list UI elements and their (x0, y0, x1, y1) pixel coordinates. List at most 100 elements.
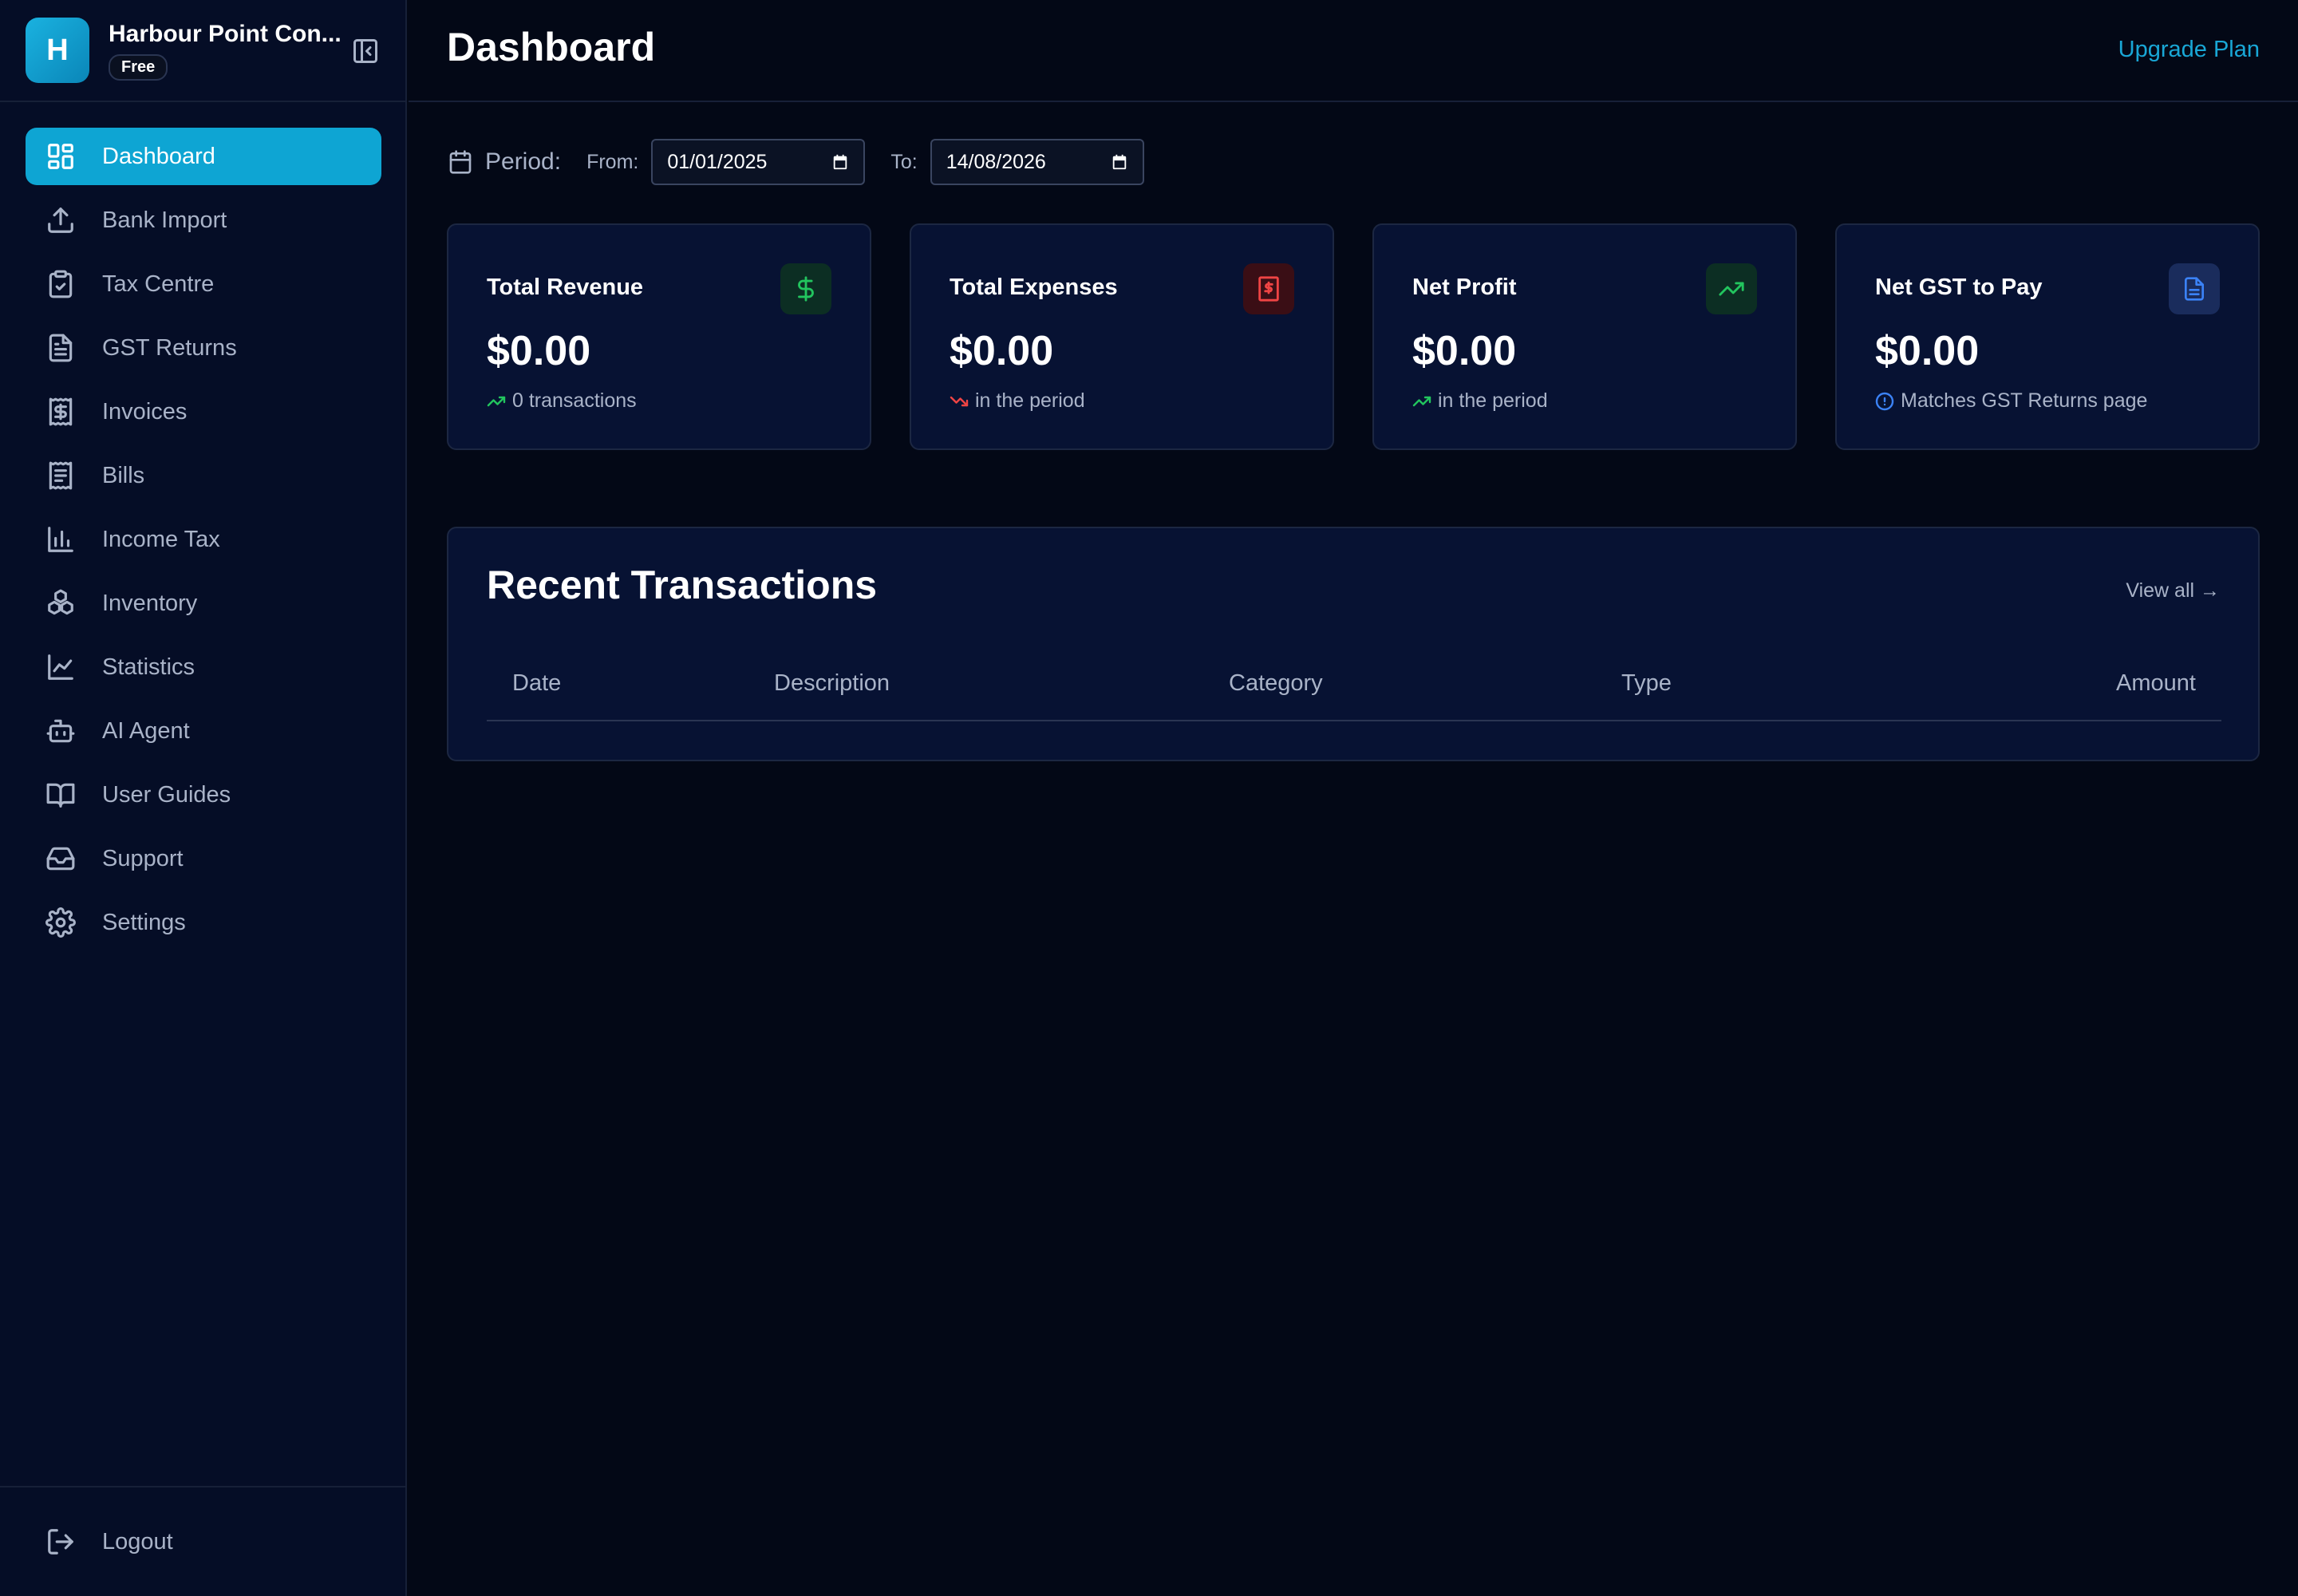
sidebar-item-label: Statistics (102, 654, 195, 680)
sidebar-item-label: Inventory (102, 590, 198, 616)
card-subtext-label: in the period (1438, 389, 1548, 412)
card-title: Net GST to Pay (1875, 275, 2043, 300)
column-header-description[interactable]: Description (774, 670, 890, 697)
to-label: To: (890, 150, 918, 173)
to-date-input[interactable]: 14/08/2026 (930, 139, 1144, 185)
sidebar-item-bank-import[interactable]: Bank Import (26, 192, 381, 249)
sidebar-item-support[interactable]: Support (26, 830, 381, 887)
sidebar-item-label: User Guides (102, 781, 231, 808)
from-label: From: (586, 150, 639, 173)
card-value: $0.00 (1412, 328, 1517, 374)
sidebar-item-income-tax[interactable]: Income Tax (26, 511, 381, 568)
card-value: $0.00 (950, 328, 1054, 374)
sidebar-item-dashboard[interactable]: Dashboard (26, 128, 381, 185)
logout-label: Logout (102, 1528, 173, 1555)
robot-icon (45, 715, 77, 747)
clipboard-check-icon (45, 268, 77, 300)
card-value: $0.00 (1875, 328, 1980, 374)
trending-up-icon (1412, 396, 1431, 406)
top-bar: Dashboard Upgrade Plan (409, 0, 2298, 102)
book-open-icon (45, 779, 77, 811)
brand-logo: H (26, 18, 89, 83)
gear-icon (45, 907, 77, 938)
card-subtext: Matches GST Returns page (1875, 389, 2147, 413)
card-title: Net Profit (1412, 275, 1517, 300)
column-header-type[interactable]: Type (1621, 670, 1672, 697)
logout-icon (45, 1526, 77, 1558)
sidebar-item-invoices[interactable]: Invoices (26, 383, 381, 440)
logout-button[interactable]: Logout (45, 1526, 173, 1558)
line-chart-icon (45, 651, 77, 683)
trending-up-icon (1706, 263, 1757, 314)
sidebar-item-inventory[interactable]: Inventory (26, 575, 381, 632)
card-title: Total Revenue (487, 275, 644, 300)
to-date-value: 14/08/2026 (946, 150, 1046, 173)
net-gst-card: Net GST to Pay $0.00 Matches GST Returns… (1835, 223, 2260, 450)
boxes-icon (45, 587, 77, 619)
trending-down-icon (950, 396, 969, 406)
dollar-icon (780, 263, 831, 314)
from-date-input[interactable]: 01/01/2025 (651, 139, 866, 185)
sidebar: H Harbour Point Con... Free Dashboard Ba… (0, 0, 407, 1596)
company-name[interactable]: Harbour Point Con... (109, 21, 342, 48)
receipt-dollar-icon (1243, 263, 1294, 314)
sidebar-item-gst-returns[interactable]: GST Returns (26, 319, 381, 377)
view-all-link[interactable]: View all → (2126, 579, 2220, 602)
sidebar-item-label: Dashboard (102, 143, 215, 169)
info-icon (1875, 392, 1894, 410)
transactions-table-header: Date Description Category Type Amount (487, 656, 2221, 721)
card-subtext: in the period (1412, 389, 1548, 413)
card-subtext-label: in the period (975, 389, 1085, 412)
card-subtext-label: Matches GST Returns page (1901, 389, 2148, 412)
dashboard-grid-icon (45, 140, 77, 172)
receipt-dollar-icon (45, 396, 77, 428)
sidebar-item-tax-centre[interactable]: Tax Centre (26, 255, 381, 313)
sidebar-item-label: GST Returns (102, 334, 237, 361)
trending-up-icon (487, 396, 506, 406)
total-revenue-card: Total Revenue $0.00 0 transactions (447, 223, 871, 450)
upgrade-plan-link[interactable]: Upgrade Plan (2118, 37, 2260, 63)
panel-left-icon (353, 39, 377, 63)
card-subtext-label: 0 transactions (512, 389, 637, 412)
file-text-icon (2169, 263, 2220, 314)
sidebar-nav: Dashboard Bank Import Tax Centre GST Ret… (26, 128, 381, 958)
column-header-date[interactable]: Date (512, 670, 561, 697)
sidebar-item-label: Income Tax (102, 526, 220, 552)
column-header-amount[interactable]: Amount (2116, 670, 2196, 697)
from-date-value: 01/01/2025 (667, 150, 768, 173)
bar-chart-icon (45, 523, 77, 555)
recent-transactions-panel: Recent Transactions View all → Date Desc… (447, 527, 2260, 761)
sidebar-collapse-button[interactable] (348, 35, 383, 67)
sidebar-item-user-guides[interactable]: User Guides (26, 766, 381, 824)
sidebar-item-settings[interactable]: Settings (26, 894, 381, 951)
sidebar-item-ai-agent[interactable]: AI Agent (26, 702, 381, 760)
brand-header: H Harbour Point Con... Free (0, 0, 405, 102)
sidebar-footer: Logout (0, 1486, 405, 1596)
inbox-icon (45, 843, 77, 875)
recent-transactions-title: Recent Transactions (487, 563, 878, 607)
receipt-icon (45, 460, 77, 492)
sidebar-item-label: Settings (102, 909, 186, 935)
sidebar-item-label: AI Agent (102, 717, 190, 744)
card-title: Total Expenses (950, 275, 1118, 300)
calendar-picker-icon[interactable] (831, 153, 849, 171)
net-profit-card: Net Profit $0.00 in the period (1372, 223, 1797, 450)
plan-badge: Free (109, 54, 168, 81)
sidebar-item-label: Bank Import (102, 207, 227, 233)
page-title: Dashboard (447, 25, 656, 69)
sidebar-item-label: Bills (102, 462, 145, 488)
calendar-icon (447, 148, 474, 176)
file-text-icon (45, 332, 77, 364)
sidebar-item-label: Tax Centre (102, 271, 215, 297)
calendar-picker-icon[interactable] (1111, 153, 1128, 171)
card-subtext: in the period (950, 389, 1085, 413)
column-header-category[interactable]: Category (1229, 670, 1323, 697)
stat-cards: Total Revenue $0.00 0 transactions Total… (447, 223, 2260, 450)
sidebar-item-bills[interactable]: Bills (26, 447, 381, 504)
sidebar-item-label: Support (102, 845, 184, 871)
card-value: $0.00 (487, 328, 591, 374)
sidebar-item-label: Invoices (102, 398, 188, 425)
sidebar-item-statistics[interactable]: Statistics (26, 638, 381, 696)
period-label: Period: (485, 148, 562, 175)
card-subtext: 0 transactions (487, 389, 637, 413)
